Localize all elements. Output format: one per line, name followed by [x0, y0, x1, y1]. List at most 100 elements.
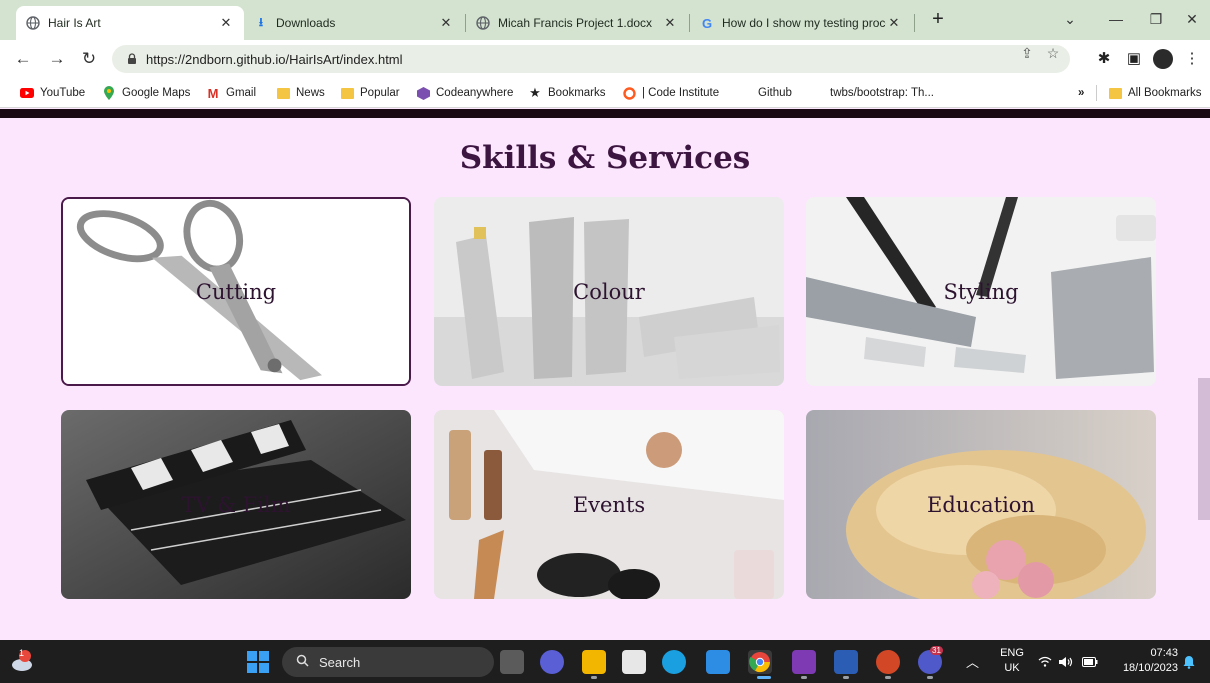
service-card-events[interactable]: Events — [434, 410, 784, 599]
onenote-icon[interactable] — [792, 650, 816, 674]
bookmark-label: Popular — [360, 87, 400, 99]
star-icon: ★ — [529, 85, 541, 100]
folder-icon — [1108, 86, 1122, 100]
service-card-cutting[interactable]: Cutting — [61, 197, 411, 386]
service-card-education[interactable]: Education — [806, 410, 1156, 599]
restore-icon[interactable]: ❐ — [1136, 6, 1176, 32]
bookmark-codeanywhere[interactable]: Codeanywhere — [416, 85, 513, 101]
page-scrollbar-thumb[interactable] — [1198, 378, 1210, 520]
tab-close-icon[interactable]: ✕ — [438, 15, 454, 31]
system-clock[interactable]: 07:43 18/10/2023 — [1108, 646, 1178, 676]
bookmark-github[interactable]: Github — [758, 85, 792, 101]
bookmark-news[interactable]: News — [276, 85, 325, 101]
bookmark-gmail[interactable]: M Gmail — [206, 85, 256, 101]
tab-title: Downloads — [276, 16, 336, 30]
service-label: Education — [927, 492, 1035, 517]
address-bar[interactable]: https://2ndborn.github.io/HairIsArt/inde… — [112, 45, 1070, 73]
tab-close-icon[interactable]: ✕ — [886, 15, 902, 31]
bookmarks-overflow-button[interactable]: » — [1078, 85, 1084, 101]
minimize-icon[interactable]: — — [1096, 6, 1136, 32]
maps-pin-icon — [102, 86, 116, 100]
service-card-tv-film[interactable]: TV & Film — [61, 410, 411, 599]
task-view-icon[interactable] — [500, 650, 524, 674]
teams-badge: 31 — [930, 646, 943, 655]
url-text: https://2ndborn.github.io/HairIsArt/inde… — [146, 51, 403, 67]
tab-close-icon[interactable]: ✕ — [218, 15, 234, 31]
taskbar-search-box[interactable]: Search — [282, 647, 494, 677]
tab-search-chevron-icon[interactable]: ⌄ — [1050, 6, 1090, 32]
search-placeholder: Search — [319, 654, 361, 670]
tab-strip: Hair Is Art ✕ ⭳ Downloads ✕ Micah Franci… — [0, 0, 1210, 40]
extensions-puzzle-icon[interactable]: ✱ — [1094, 49, 1114, 69]
tray-overflow-chevron-icon[interactable]: ︿ — [966, 640, 979, 683]
all-bookmarks-button[interactable]: All Bookmarks — [1108, 85, 1202, 101]
menu-kebab-icon[interactable]: ⋮ — [1182, 49, 1202, 69]
running-indicator — [757, 676, 771, 679]
edge-icon[interactable] — [662, 650, 686, 674]
tab-title: Micah Francis Project 1.docx — [498, 16, 653, 30]
reload-icon[interactable]: ↻ — [78, 48, 100, 70]
service-card-styling[interactable]: Styling — [806, 197, 1156, 386]
tab-google-search[interactable]: G How do I show my testing proce ✕ — [690, 6, 912, 40]
battery-icon[interactable] — [1082, 640, 1098, 683]
close-window-icon[interactable]: ✕ — [1172, 6, 1210, 32]
tab-micah-francis-project[interactable]: Micah Francis Project 1.docx ✕ — [466, 6, 688, 40]
lock-icon — [126, 53, 138, 65]
bookmarks-divider — [1096, 85, 1097, 101]
share-icon[interactable]: ⇪ — [1018, 45, 1036, 62]
new-tab-button[interactable]: + — [926, 8, 950, 32]
bookmark-bookmarks[interactable]: ★ Bookmarks — [528, 85, 605, 101]
profile-avatar[interactable] — [1153, 49, 1173, 69]
chat-icon[interactable] — [540, 650, 564, 674]
side-panel-icon[interactable]: ▣ — [1124, 49, 1144, 69]
microsoft-store-icon[interactable] — [622, 650, 646, 674]
back-arrow-icon[interactable]: ← — [12, 48, 34, 70]
windows-taskbar: 1 Search 31 ︿ ENG UK 07:43 18/10/2023 — [0, 640, 1210, 683]
weather-badge: 1 — [19, 648, 25, 658]
tab-close-icon[interactable]: ✕ — [662, 15, 678, 31]
teams-icon[interactable]: 31 — [918, 646, 943, 674]
service-label: Colour — [573, 279, 645, 304]
volume-icon[interactable] — [1058, 640, 1074, 683]
chrome-icon[interactable] — [748, 650, 772, 674]
language-indicator[interactable]: ENG UK — [998, 646, 1026, 676]
running-indicator — [801, 676, 807, 679]
file-explorer-icon[interactable] — [582, 650, 606, 674]
service-card-colour[interactable]: Colour — [434, 197, 784, 386]
bookmark-code-institute[interactable]: | Code Institute — [622, 85, 719, 101]
bookmark-google-maps[interactable]: Google Maps — [102, 85, 190, 101]
bookmark-label: News — [296, 87, 325, 99]
notification-bell-icon[interactable] — [1183, 640, 1195, 683]
bookmark-star-icon[interactable]: ☆ — [1044, 45, 1062, 62]
language-code: ENG — [1000, 647, 1024, 659]
bookmark-popular[interactable]: Popular — [340, 85, 400, 101]
section-title: Skills & Services — [459, 140, 751, 176]
running-indicator — [591, 676, 597, 679]
service-label: Events — [572, 492, 646, 517]
folder-icon — [276, 86, 290, 100]
wifi-icon[interactable] — [1038, 640, 1052, 683]
word-icon[interactable] — [834, 650, 858, 674]
clock-time: 07:43 — [1150, 647, 1178, 659]
bookmark-label: All Bookmarks — [1128, 87, 1202, 99]
service-label: Styling — [943, 279, 1019, 304]
bookmark-youtube[interactable]: YouTube — [20, 85, 85, 101]
bookmark-label: twbs/bootstrap: Th... — [830, 87, 934, 99]
bookmark-twbs-bootstrap[interactable]: twbs/bootstrap: Th... — [830, 85, 934, 101]
bookmark-label: Google Maps — [122, 87, 191, 99]
bookmark-label: Gmail — [226, 87, 257, 99]
mylo-icon[interactable] — [706, 650, 730, 674]
tab-separator — [914, 14, 915, 32]
gmail-icon: M — [207, 85, 219, 101]
windows-start-icon[interactable] — [246, 650, 270, 674]
bookmark-label: Github — [758, 87, 792, 99]
service-label: TV & Film — [181, 492, 291, 517]
bookmark-label: Codeanywhere — [436, 87, 514, 99]
forward-arrow-icon[interactable]: → — [46, 48, 68, 70]
weather-widget[interactable]: 1 — [10, 648, 34, 674]
running-indicator — [927, 676, 933, 679]
powerpoint-icon[interactable] — [876, 650, 900, 674]
tab-downloads[interactable]: ⭳ Downloads ✕ — [244, 6, 464, 40]
clock-date: 18/10/2023 — [1122, 662, 1178, 674]
tab-hair-is-art[interactable]: Hair Is Art ✕ — [16, 6, 244, 40]
